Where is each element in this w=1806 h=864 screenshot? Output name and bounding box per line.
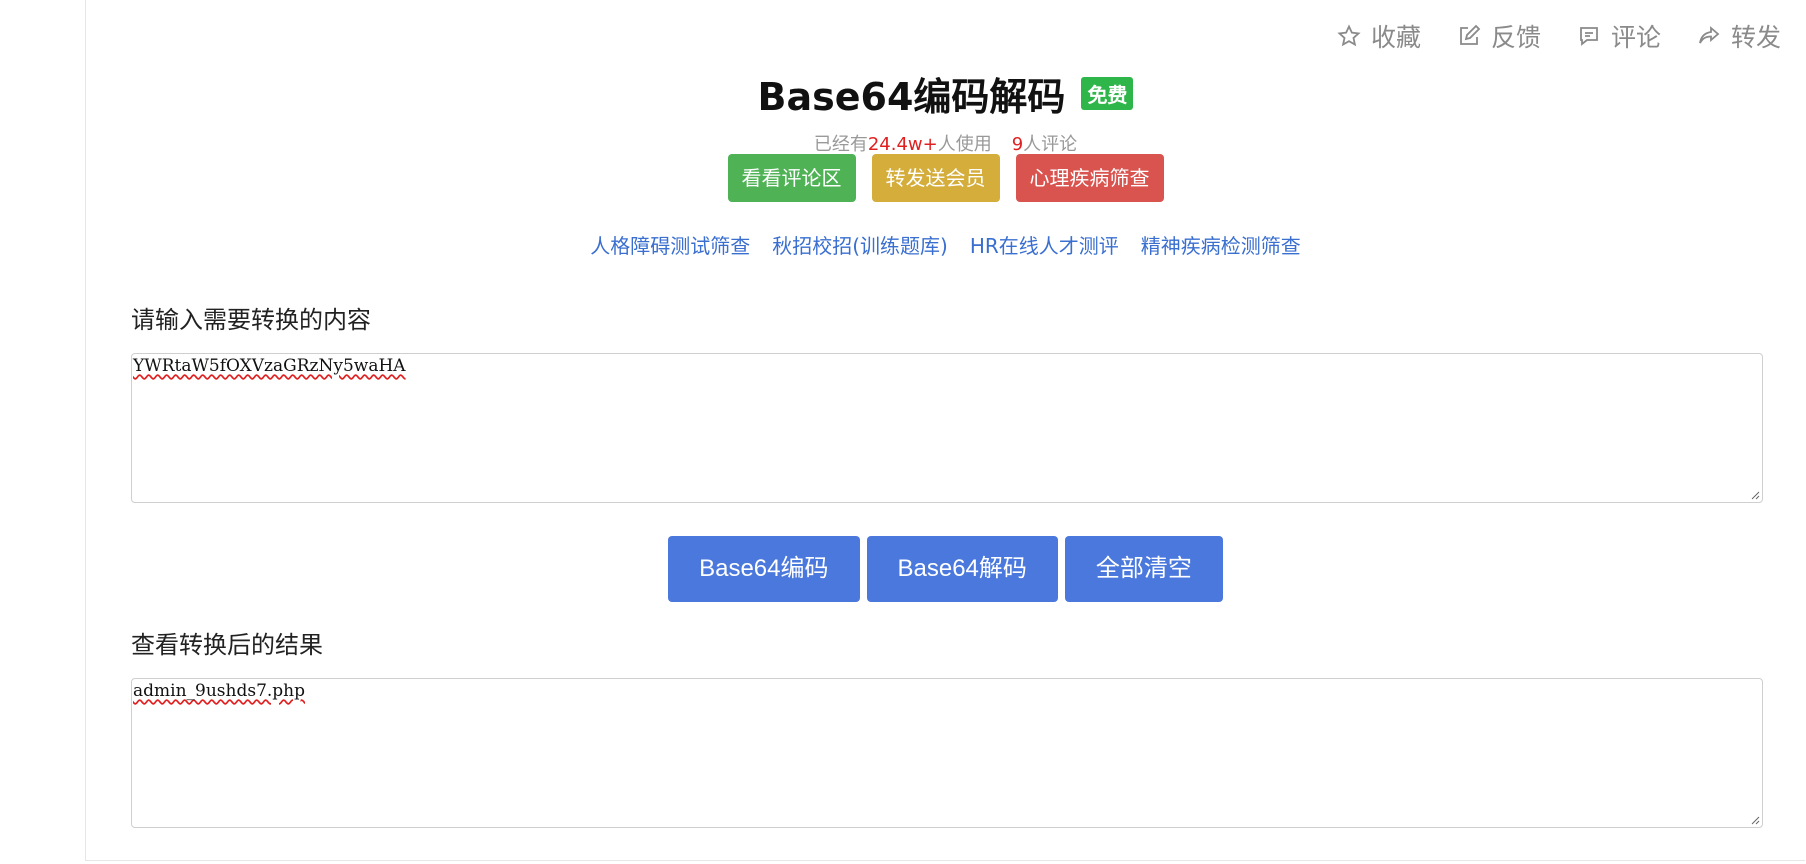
clear-button[interactable]: 全部清空 xyxy=(1064,536,1223,602)
share-icon xyxy=(1699,26,1720,44)
usage-stats: 已经有24.4w+人使用 9人评论 xyxy=(86,130,1805,156)
decode-button[interactable]: Base64解码 xyxy=(866,536,1058,602)
input-value: YWRtaW5fOXVzaGRzNy5waHA xyxy=(133,356,406,376)
link-mental-screening[interactable]: 精神疾病检测筛查 xyxy=(1141,230,1301,259)
share-member-button[interactable]: 转发送会员 xyxy=(871,154,1000,202)
favorite-label: 收藏 xyxy=(1370,23,1421,52)
input-label: 请输入需要转换的内容 xyxy=(131,306,371,334)
recommend-links: 人格障碍测试筛查 秋招校招(训练题库) HR在线人才测评 精神疾病检测筛查 xyxy=(86,230,1805,259)
link-hr-assessment[interactable]: HR在线人才测评 xyxy=(970,230,1119,259)
star-icon xyxy=(1337,24,1361,47)
free-badge: 免费 xyxy=(1081,77,1134,110)
comments-count: 9 xyxy=(1011,134,1024,155)
favorite-action[interactable]: 收藏 xyxy=(1337,18,1421,54)
users-count: 24.4w+ xyxy=(867,134,938,155)
page-title: Base64编码解码 xyxy=(757,75,1066,119)
title-row: Base64编码解码 免费 xyxy=(86,66,1805,121)
stats-prefix: 已经有 xyxy=(813,134,868,155)
link-campus-recruit[interactable]: 秋招校招(训练题库) xyxy=(772,230,948,259)
resize-handle-icon[interactable] xyxy=(1750,815,1760,825)
share-action[interactable]: 转发 xyxy=(1697,18,1781,54)
tool-panel: 收藏 反馈 评论 转发 Base64编码解码 免费 已经有24.4w+人使用 9人… xyxy=(85,0,1805,861)
quick-buttons: 看看评论区 转发送会员 心理疾病筛查 xyxy=(86,154,1805,202)
action-buttons: Base64编码 Base64解码 全部清空 xyxy=(86,536,1805,602)
input-textarea[interactable]: YWRtaW5fOXVzaGRzNy5waHA xyxy=(131,353,1763,503)
resize-handle-icon[interactable] xyxy=(1750,490,1760,500)
link-personality-test[interactable]: 人格障碍测试筛查 xyxy=(590,230,750,259)
top-actions-bar: 收藏 反馈 评论 转发 xyxy=(1337,18,1781,54)
comment-action[interactable]: 评论 xyxy=(1577,18,1661,54)
mental-screen-button[interactable]: 心理疾病筛查 xyxy=(1015,154,1164,202)
view-comments-button[interactable]: 看看评论区 xyxy=(727,154,856,202)
output-label: 查看转换后的结果 xyxy=(131,631,323,659)
comment-label: 评论 xyxy=(1610,23,1661,52)
feedback-label: 反馈 xyxy=(1490,23,1541,52)
comment-icon xyxy=(1580,27,1598,46)
encode-button[interactable]: Base64编码 xyxy=(668,536,860,602)
feedback-action[interactable]: 反馈 xyxy=(1457,18,1541,54)
share-label: 转发 xyxy=(1730,23,1781,52)
comments-suffix: 人评论 xyxy=(1023,134,1078,155)
users-suffix: 人使用 xyxy=(937,134,992,155)
output-textarea[interactable]: admin_9ushds7.php xyxy=(131,678,1763,828)
edit-icon xyxy=(1460,24,1481,45)
output-value: admin_9ushds7.php xyxy=(133,681,306,701)
